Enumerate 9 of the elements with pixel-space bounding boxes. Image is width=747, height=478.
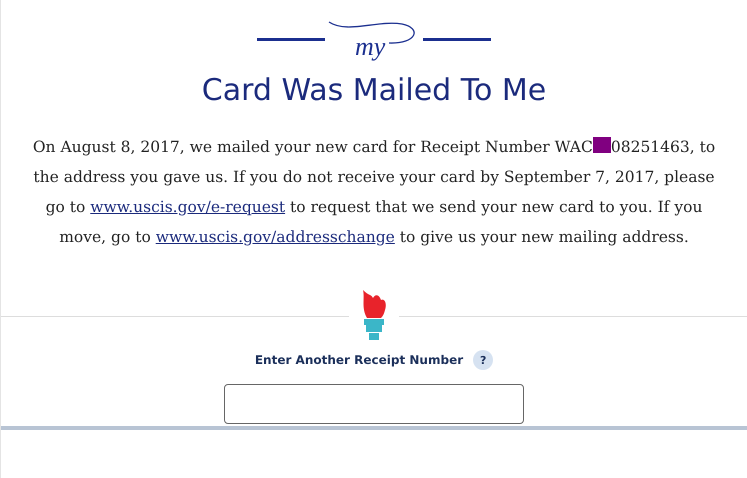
help-button[interactable]: ? — [473, 350, 494, 370]
status-message: On August 8, 2017, we mailed your new card for Receipt Number WAC 08251463, to the address you gave us. If you do not receive your card by September 7, 2017, please go to www.uscis.gov/e-request to request that we send your new card to you. If you move, go to www.uscis.gov/addresschange to give us your new mailing address. — [32, 136, 716, 248]
link[interactable]: www.uscis.gov/addresschange — [156, 228, 395, 246]
page-title: Card Was Mailed To Me — [202, 72, 546, 110]
redaction-mark — [592, 137, 611, 153]
logo: my — [331, 14, 417, 64]
link[interactable]: www.uscis.gov/e-request — [90, 198, 286, 216]
receipt-number-field[interactable] — [224, 384, 524, 424]
field-label: Enter Another Receipt Number — [254, 353, 464, 367]
